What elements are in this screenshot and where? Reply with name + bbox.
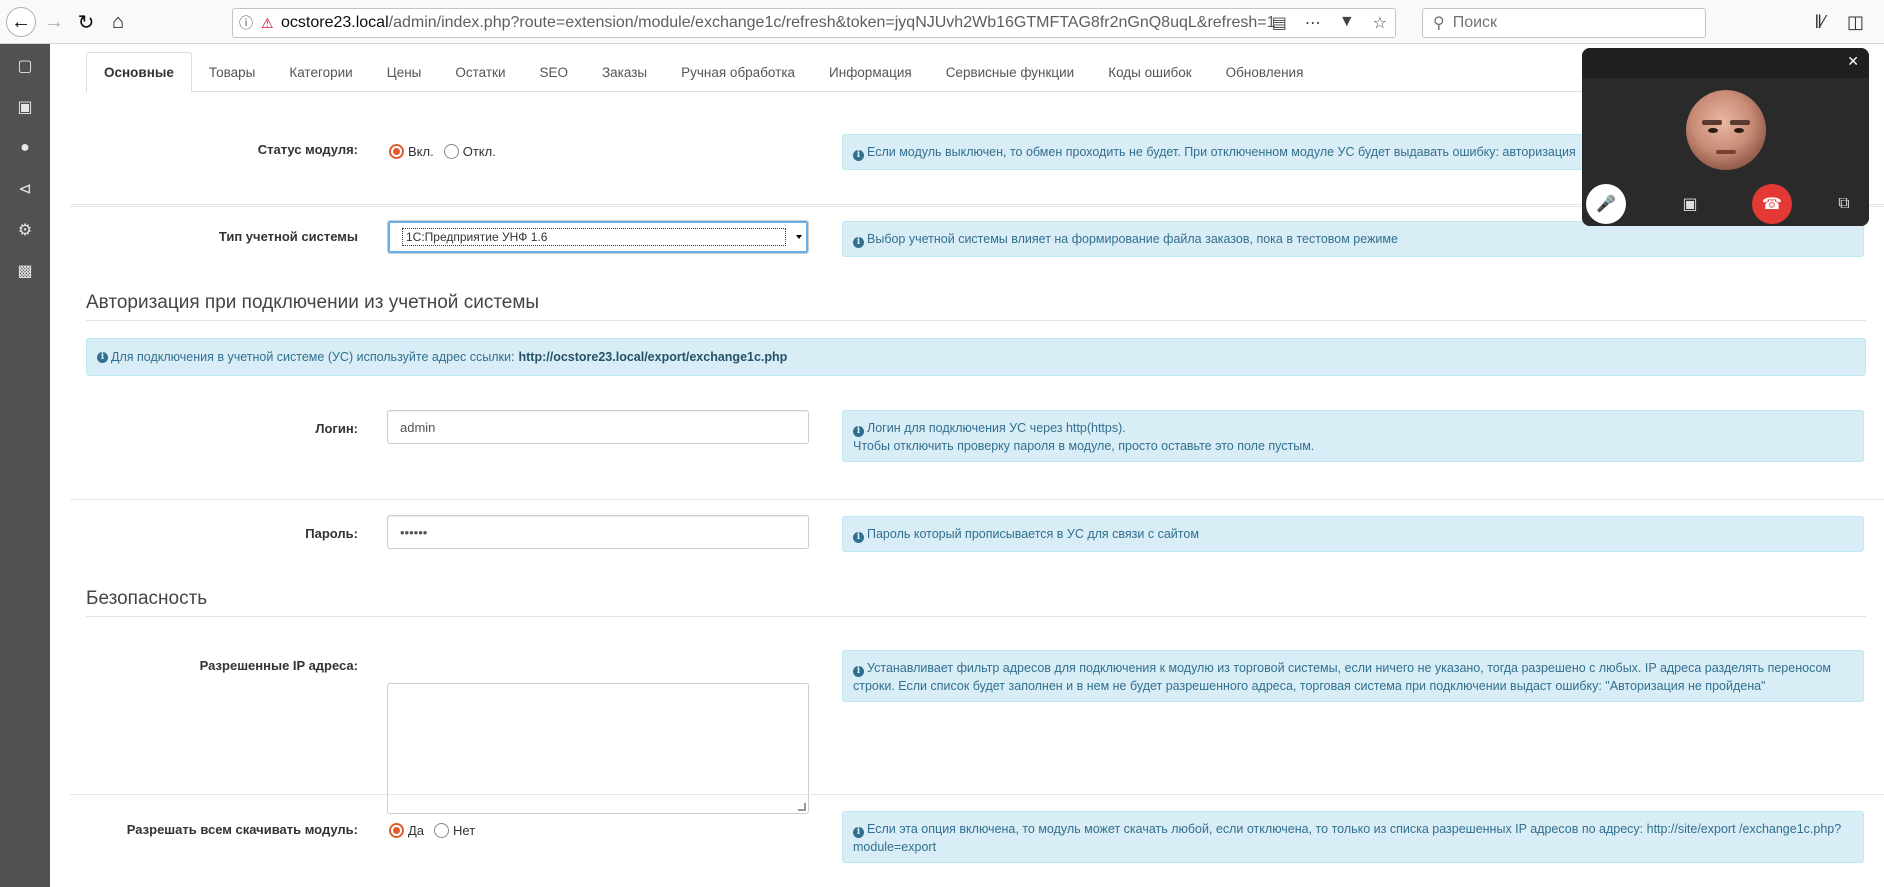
chevron-down-icon xyxy=(796,235,802,239)
url-text[interactable]: ocstore23.local/admin/index.php?route=ex… xyxy=(281,14,1291,32)
allow-download-yes-radio[interactable] xyxy=(389,823,404,838)
camera-off-icon[interactable]: ▣ xyxy=(1670,184,1710,224)
info-circle-icon: i xyxy=(853,827,864,838)
system-type-label: Тип учетной системы xyxy=(218,229,358,244)
auth-alert-text: Для подключения в учетной системе (УС) и… xyxy=(111,350,515,364)
info-circle-icon: i xyxy=(853,237,864,248)
allow-download-yes-label[interactable]: Да xyxy=(408,823,424,838)
info-circle-icon: i xyxy=(97,351,108,363)
caller-avatar xyxy=(1686,90,1766,170)
back-icon[interactable]: ← xyxy=(6,7,36,37)
allow-download-label: Разрешать всем скачивать модуль: xyxy=(126,822,358,837)
tab-service-functions[interactable]: Сервисные функции xyxy=(929,52,1092,92)
user-icon[interactable]: ● xyxy=(0,133,50,163)
close-icon[interactable]: ✕ xyxy=(1847,53,1859,70)
allow-download-help: i Если эта опция включена, то модуль може… xyxy=(842,811,1864,863)
allowed-ip-label: Разрешенные IP адреса: xyxy=(199,658,358,673)
info-circle-icon: i xyxy=(853,666,864,677)
tab-error-codes[interactable]: Коды ошибок xyxy=(1091,52,1208,92)
swap-window-icon[interactable]: ⧉ xyxy=(1824,184,1864,224)
info-icon[interactable]: ⓘ xyxy=(239,13,261,33)
forward-icon[interactable]: → xyxy=(40,8,68,36)
address-bar[interactable]: ⓘ ⚠ ocstore23.local/admin/index.php?rout… xyxy=(232,8,1396,38)
tab-orders[interactable]: Заказы xyxy=(585,52,664,92)
info-circle-icon: i xyxy=(853,150,864,161)
browser-toolbar: ← → ↻ ⌂ ⓘ ⚠ ocstore23.local/admin/index.… xyxy=(0,0,1884,44)
more-icon[interactable]: ⋯ xyxy=(1305,13,1321,33)
login-help: i Логин для подключения УС через http(htt… xyxy=(842,410,1864,462)
bar-chart-icon[interactable]: ▩ xyxy=(0,256,50,286)
exchange-url-link[interactable]: http://ocstore23.local/export/exchange1c… xyxy=(518,350,787,364)
system-type-help: i Выбор учетной системы влияет на формиро… xyxy=(842,221,1864,257)
call-header: ✕ xyxy=(1582,48,1869,78)
system-type-select[interactable]: 1С:Предприятие УНФ 1.6 xyxy=(387,220,809,254)
reload-icon[interactable]: ↻ xyxy=(72,8,100,36)
allowed-ip-help: i Устанавливает фильтр адресов для подклю… xyxy=(842,650,1864,702)
tab-products[interactable]: Товары xyxy=(192,52,272,92)
reader-icon[interactable]: ▤ xyxy=(1272,13,1287,33)
info-circle-icon: i xyxy=(853,426,864,437)
allow-download-no-radio[interactable] xyxy=(434,823,450,838)
password-input[interactable]: •••••• xyxy=(387,515,809,549)
status-on-radio[interactable] xyxy=(389,144,404,159)
insecure-lock-icon[interactable]: ⚠ xyxy=(261,15,281,32)
home-icon[interactable]: ⌂ xyxy=(104,8,132,36)
auth-alert: i Для подключения в учетной системе (УС)… xyxy=(86,338,1866,376)
status-off-radio[interactable] xyxy=(443,144,459,159)
url-path: /admin/index.php?route=extension/module/… xyxy=(388,14,1276,31)
tab-information[interactable]: Информация xyxy=(812,52,929,92)
url-host: ocstore23.local xyxy=(281,14,389,31)
allow-download-no-label[interactable]: Нет xyxy=(453,823,475,838)
search-placeholder: Поиск xyxy=(1452,14,1498,31)
desktop-icon[interactable]: ▢ xyxy=(0,51,50,81)
info-circle-icon: i xyxy=(853,532,864,543)
password-help: i Пароль который прописывается в УС для с… xyxy=(842,516,1864,552)
pocket-icon[interactable]: ▼ xyxy=(1339,13,1355,33)
password-label: Пароль: xyxy=(305,526,358,541)
hang-up-icon[interactable]: ☎ xyxy=(1752,184,1792,224)
search-input[interactable]: ⚲ Поиск xyxy=(1422,8,1706,38)
search-icon: ⚲ xyxy=(1433,15,1445,32)
gear-icon[interactable]: ⚙ xyxy=(0,215,50,245)
tab-updates[interactable]: Обновления xyxy=(1209,52,1321,92)
admin-sidebar: ▢ ▣ ● ⊲ ⚙ ▩ xyxy=(0,44,50,887)
sidebar-icon[interactable]: ◫ xyxy=(1847,12,1864,33)
tab-categories[interactable]: Категории xyxy=(272,52,369,92)
bookmark-star-icon[interactable]: ☆ xyxy=(1373,13,1387,33)
share-icon[interactable]: ⊲ xyxy=(0,174,50,204)
library-icon[interactable]: ‖⁄ xyxy=(1815,12,1825,33)
tab-seo[interactable]: SEO xyxy=(522,52,585,92)
auth-section-title: Авторизация при подключении из учетной с… xyxy=(86,292,1866,321)
login-label: Логин: xyxy=(315,421,358,436)
tab-manual-processing[interactable]: Ручная обработка xyxy=(664,52,812,92)
security-section-title: Безопасность xyxy=(86,588,1866,617)
system-type-value: 1С:Предприятие УНФ 1.6 xyxy=(402,228,786,246)
allow-download-radio-group: Да Нет xyxy=(389,823,475,838)
status-on-label[interactable]: Вкл. xyxy=(408,144,434,159)
video-call-window[interactable]: ✕ 🎤 ▣ ☎ ⧉ xyxy=(1582,48,1869,226)
status-radio-group: Вкл. Откл. xyxy=(389,144,496,159)
status-label: Статус модуля: xyxy=(257,142,358,157)
status-off-label[interactable]: Откл. xyxy=(463,144,496,159)
cart-icon[interactable]: ▣ xyxy=(0,92,50,122)
tab-prices[interactable]: Цены xyxy=(370,52,439,92)
resize-handle[interactable] xyxy=(798,803,806,811)
tab-stock[interactable]: Остатки xyxy=(438,52,522,92)
tab-basic[interactable]: Основные xyxy=(86,52,192,93)
login-input[interactable]: admin xyxy=(387,410,809,444)
microphone-icon[interactable]: 🎤 xyxy=(1586,184,1626,224)
